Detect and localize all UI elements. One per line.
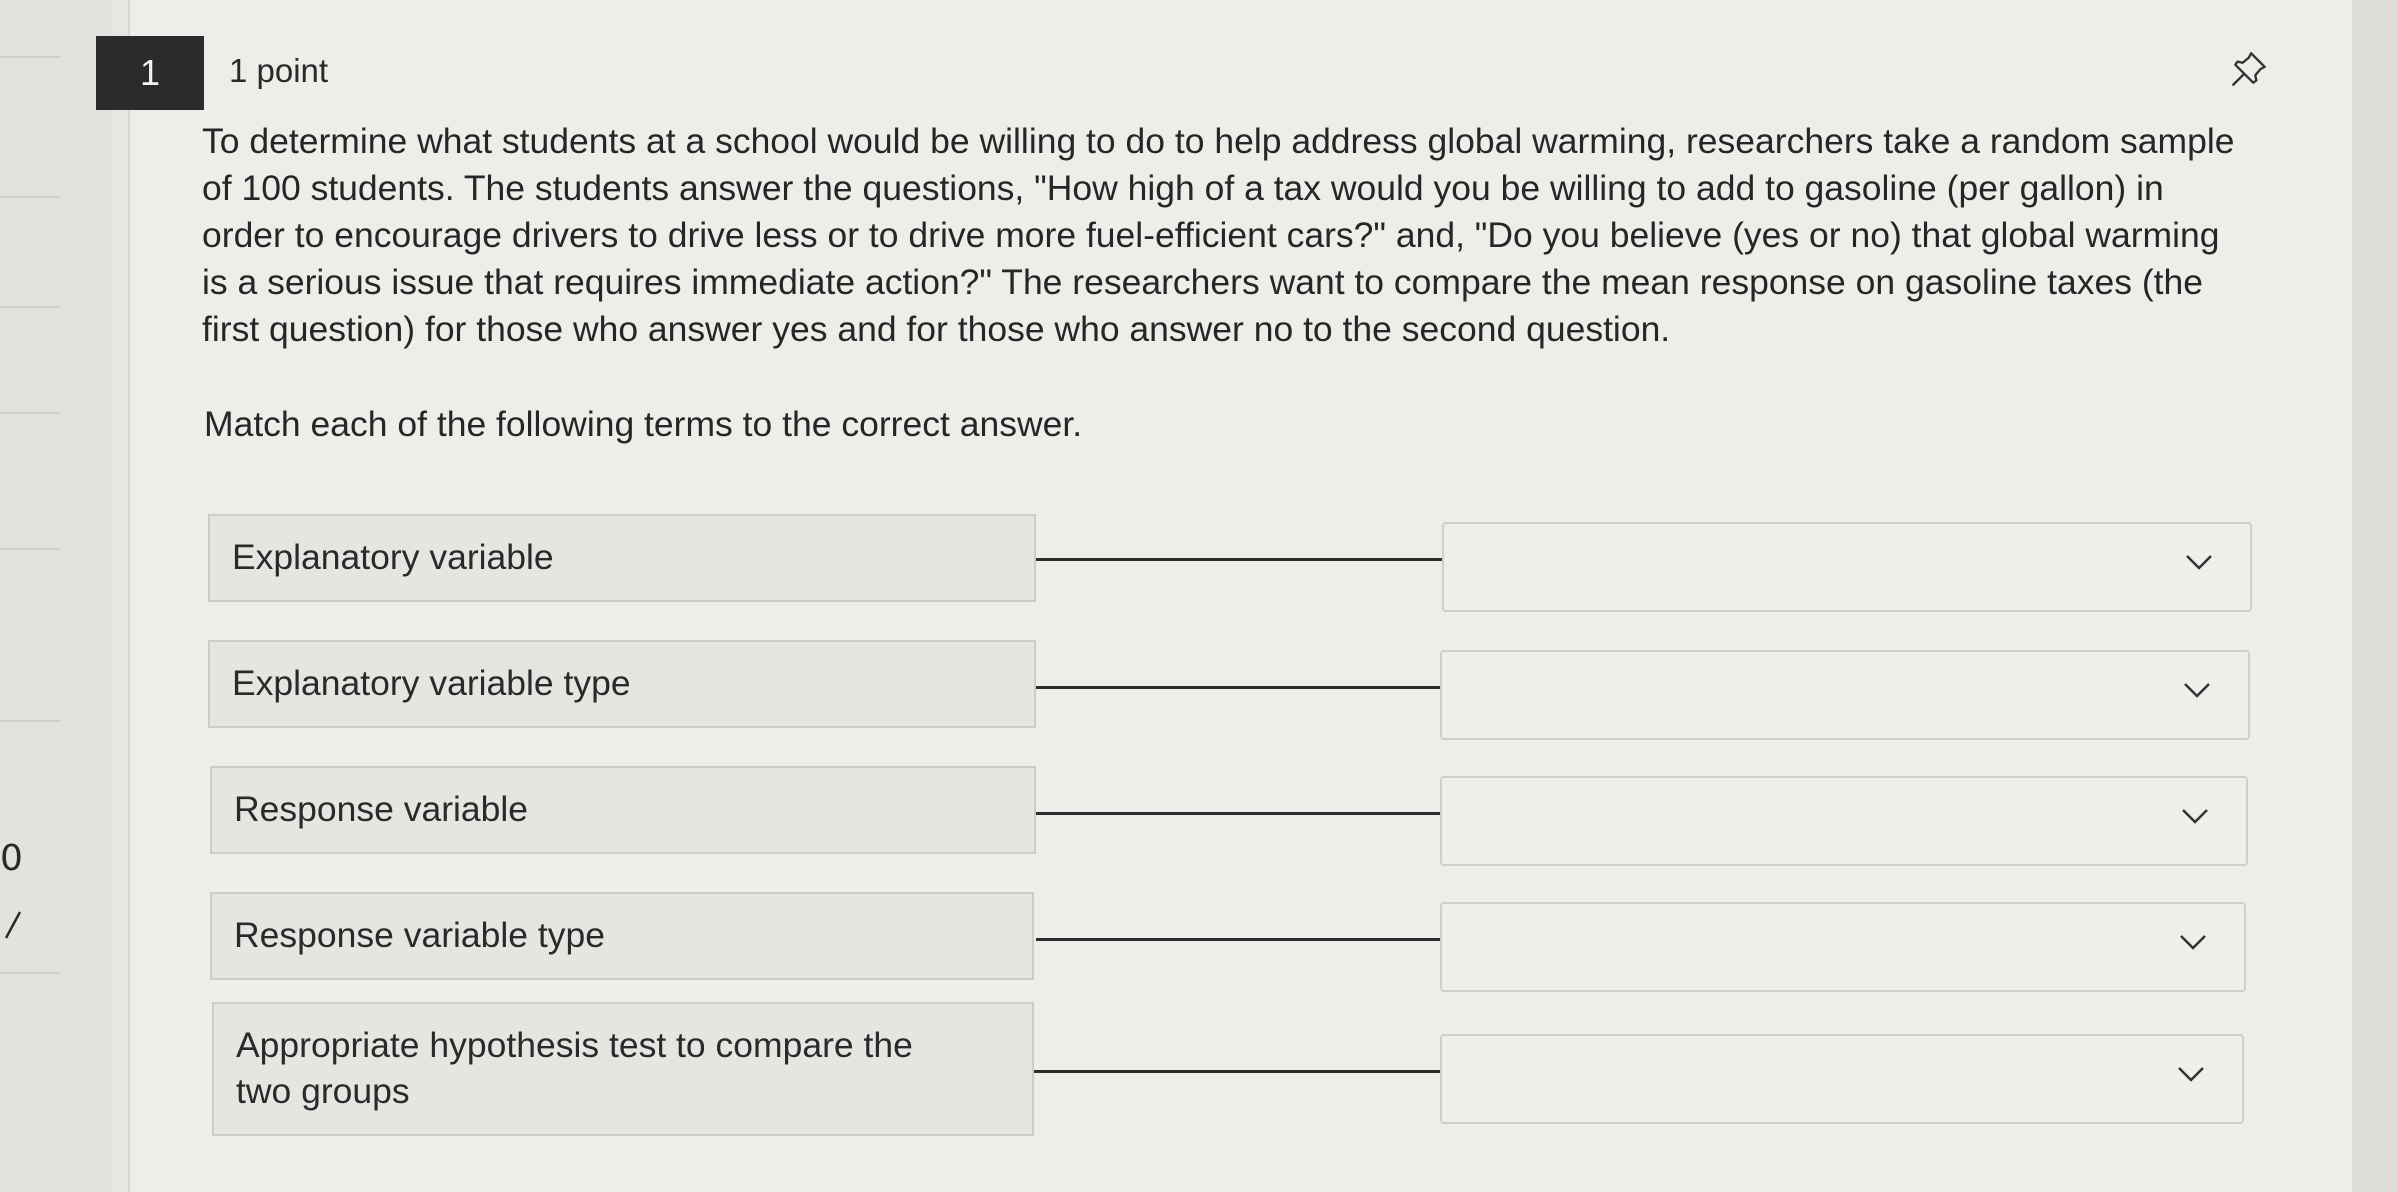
left-gutter: 0	[0, 0, 112, 1192]
match-term-explanatory-variable-type: Explanatory variable type	[208, 640, 1036, 728]
match-connector	[1036, 558, 1444, 561]
gutter-divider	[0, 412, 60, 414]
match-term-response-variable: Response variable	[210, 766, 1036, 854]
answer-select-hypothesis-test[interactable]	[1440, 1034, 2244, 1124]
answer-select-explanatory-variable[interactable]	[1442, 522, 2252, 612]
answer-select-explanatory-variable-type[interactable]	[1440, 650, 2250, 740]
gutter-divider	[0, 306, 60, 308]
quiz-page: 0 1 1 point To determine what students a…	[0, 0, 2397, 1192]
match-term-explanatory-variable: Explanatory variable	[208, 514, 1036, 602]
match-term-hypothesis-test: Appropriate hypothesis test to compare t…	[212, 1002, 1034, 1136]
gutter-divider	[0, 972, 60, 974]
match-connector	[1036, 686, 1442, 689]
question-text: To determine what students at a school w…	[202, 121, 2235, 349]
answer-select-response-variable-type[interactable]	[1440, 902, 2246, 992]
page-edge	[2352, 0, 2397, 1192]
match-term-label: Appropriate hypothesis test to compare t…	[236, 1025, 913, 1111]
question-points: 1 point	[229, 52, 329, 89]
answer-select-response-variable[interactable]	[1440, 776, 2248, 866]
gutter-score-digit: 0	[0, 838, 23, 879]
chevron-down-icon	[2186, 555, 2212, 570]
chevron-down-icon	[2184, 683, 2210, 698]
question-number-badge: 1	[96, 36, 204, 110]
match-connector	[1036, 812, 1440, 815]
question-instruction: Match each of the following terms to the…	[204, 404, 1083, 444]
chevron-down-icon	[2180, 935, 2206, 950]
pin-icon[interactable]	[2228, 48, 2270, 90]
gutter-divider	[0, 548, 60, 550]
match-term-response-variable-type: Response variable type	[210, 892, 1034, 980]
match-connector	[1034, 1070, 1440, 1073]
chevron-down-icon	[2182, 809, 2208, 824]
gutter-divider	[0, 196, 60, 198]
gutter-mark-icon	[4, 911, 22, 939]
chevron-down-icon	[2178, 1067, 2204, 1082]
match-connector	[1036, 938, 1440, 941]
gutter-divider	[0, 56, 60, 58]
gutter-divider	[0, 720, 60, 722]
